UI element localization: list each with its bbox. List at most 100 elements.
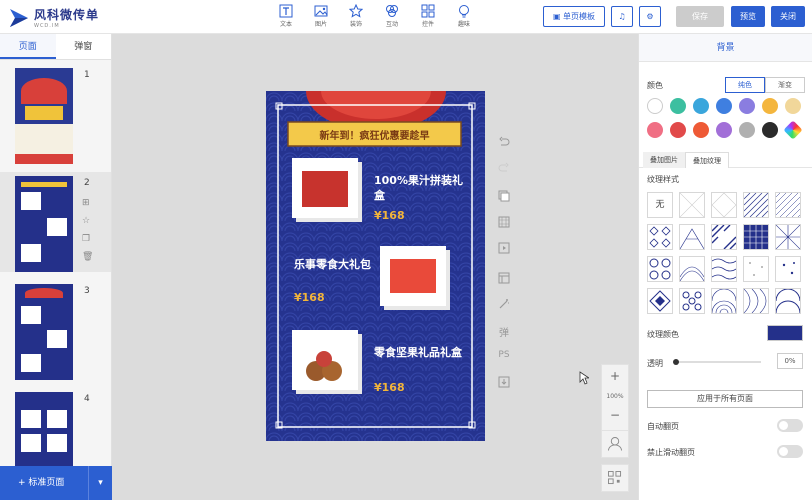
product-price[interactable]: ¥168: [374, 209, 405, 222]
texture-swatch[interactable]: [711, 224, 737, 250]
opacity-value[interactable]: 0%: [777, 353, 803, 369]
export-icon[interactable]: [493, 376, 515, 392]
texture-swatch[interactable]: [775, 224, 801, 250]
texture-swatch[interactable]: [743, 224, 769, 250]
no-swipe-toggle[interactable]: [777, 445, 803, 458]
product-name[interactable]: 零食坚果礼品礼盒: [374, 345, 464, 360]
color-swatch[interactable]: [785, 98, 801, 114]
texture-swatch[interactable]: [679, 288, 705, 314]
color-swatch[interactable]: [716, 98, 732, 114]
redo-icon[interactable]: [493, 162, 515, 178]
texture-color-label: 纹理颜色: [647, 330, 679, 339]
user-button[interactable]: [601, 430, 629, 458]
preview-button[interactable]: 预览: [731, 6, 765, 27]
magic-icon[interactable]: [493, 298, 515, 314]
texture-swatch[interactable]: [743, 288, 769, 314]
gear-icon: ⚙: [646, 12, 654, 21]
texture-swatch[interactable]: [647, 224, 673, 250]
texture-swatch[interactable]: [743, 256, 769, 282]
play-icon[interactable]: [493, 242, 515, 258]
slider-handle[interactable]: [673, 359, 679, 365]
user-icon: [608, 437, 622, 451]
color-swatch[interactable]: [647, 122, 663, 138]
poster-page[interactable]: 新年到！疯狂优惠要趁早 100%果汁拼装礼盒 ¥168 乐事零食大礼包 ¥168…: [266, 91, 485, 441]
tool-widget[interactable]: 控件: [414, 4, 442, 28]
zoom-in-button[interactable]: +: [602, 369, 628, 383]
page-panel: 页面 弹窗 1 2 ⊞ ☆ ❐ 🗑 3 4 + 标准页面 ▾: [0, 34, 112, 500]
copy-page-icon[interactable]: ❐: [82, 234, 90, 244]
qrcode-button[interactable]: [601, 464, 629, 492]
gradient-color-tab[interactable]: 渐变: [765, 77, 805, 93]
add-standard-page-button[interactable]: + 标准页面 ▾: [0, 466, 112, 500]
popup-tool[interactable]: 弹: [493, 324, 515, 340]
texture-swatch[interactable]: [679, 192, 705, 218]
texture-swatch[interactable]: [679, 224, 705, 250]
tool-decoration[interactable]: 装饰: [342, 4, 370, 28]
color-swatch[interactable]: [693, 98, 709, 114]
texture-swatch[interactable]: [647, 288, 673, 314]
chevron-down-icon[interactable]: ▾: [88, 466, 112, 500]
add-page-icon[interactable]: ⊞: [82, 198, 90, 208]
texture-swatch[interactable]: [743, 192, 769, 218]
page-template-button[interactable]: ▣ 单页模板: [543, 6, 605, 27]
page-number: 3: [84, 286, 90, 296]
qrcode-icon: [608, 471, 622, 485]
tool-fun[interactable]: 趣味: [450, 4, 478, 28]
music-button[interactable]: ♫: [611, 6, 633, 27]
tab-overlay-texture[interactable]: 叠加纹理: [685, 152, 729, 168]
product-name[interactable]: 100%果汁拼装礼盒: [374, 173, 464, 203]
product-price[interactable]: ¥168: [294, 291, 325, 304]
template-icon: ▣: [552, 12, 561, 21]
texture-none[interactable]: 无: [647, 192, 673, 218]
color-swatch[interactable]: [783, 120, 803, 140]
texture-color-picker[interactable]: [767, 325, 803, 341]
color-swatch[interactable]: [716, 122, 732, 138]
texture-swatch[interactable]: [647, 256, 673, 282]
texture-swatch[interactable]: [711, 288, 737, 314]
settings-button[interactable]: ⚙: [639, 6, 661, 27]
solid-color-tab[interactable]: 纯色: [725, 77, 765, 93]
page-thumb-3[interactable]: 3: [0, 280, 111, 380]
color-swatch[interactable]: [693, 122, 709, 138]
auto-flip-toggle[interactable]: [777, 419, 803, 432]
page-thumb-1[interactable]: 1: [0, 64, 111, 164]
page-preview: [15, 392, 73, 466]
color-swatch[interactable]: [762, 122, 778, 138]
texture-swatch[interactable]: [775, 192, 801, 218]
color-swatch[interactable]: [647, 98, 663, 114]
color-swatch[interactable]: [762, 98, 778, 114]
texture-swatch[interactable]: [775, 288, 801, 314]
opacity-slider[interactable]: [673, 359, 761, 365]
tab-pages[interactable]: 页面: [0, 34, 56, 59]
undo-icon[interactable]: [493, 136, 515, 152]
save-button[interactable]: 保存: [676, 6, 724, 27]
texture-swatch[interactable]: [679, 256, 705, 282]
poster-title[interactable]: 新年到！疯狂优惠要趁早: [288, 127, 461, 142]
tab-popups[interactable]: 弹窗: [56, 34, 112, 59]
close-button[interactable]: 关闭: [771, 6, 805, 27]
app-logo[interactable]: 风科微传单 WCD.IM: [8, 6, 99, 29]
tool-text[interactable]: 文本: [272, 4, 300, 28]
ps-tool[interactable]: PS: [493, 350, 515, 366]
tab-overlay-image[interactable]: 叠加图片: [643, 152, 685, 168]
tool-image[interactable]: 图片: [307, 4, 335, 28]
delete-page-icon[interactable]: 🗑: [82, 252, 93, 262]
zoom-out-button[interactable]: −: [602, 408, 628, 422]
star-page-icon[interactable]: ☆: [82, 216, 90, 226]
texture-swatch[interactable]: [711, 192, 737, 218]
grid-icon[interactable]: [493, 216, 515, 232]
color-swatch[interactable]: [670, 98, 686, 114]
product-name[interactable]: 乐事零食大礼包: [294, 257, 376, 272]
tool-interact[interactable]: 互动: [378, 4, 406, 28]
texture-swatch[interactable]: [711, 256, 737, 282]
page-thumb-2[interactable]: 2 ⊞ ☆ ❐ 🗑: [0, 172, 111, 272]
color-swatch[interactable]: [739, 122, 755, 138]
texture-swatch[interactable]: [775, 256, 801, 282]
layout-icon[interactable]: [493, 272, 515, 288]
panel-title: 背景: [639, 34, 812, 62]
color-swatch[interactable]: [670, 122, 686, 138]
color-swatch[interactable]: [739, 98, 755, 114]
apply-all-pages-button[interactable]: 应用于所有页面: [647, 390, 803, 408]
layers-icon[interactable]: [493, 190, 515, 206]
product-price[interactable]: ¥168: [374, 381, 405, 394]
